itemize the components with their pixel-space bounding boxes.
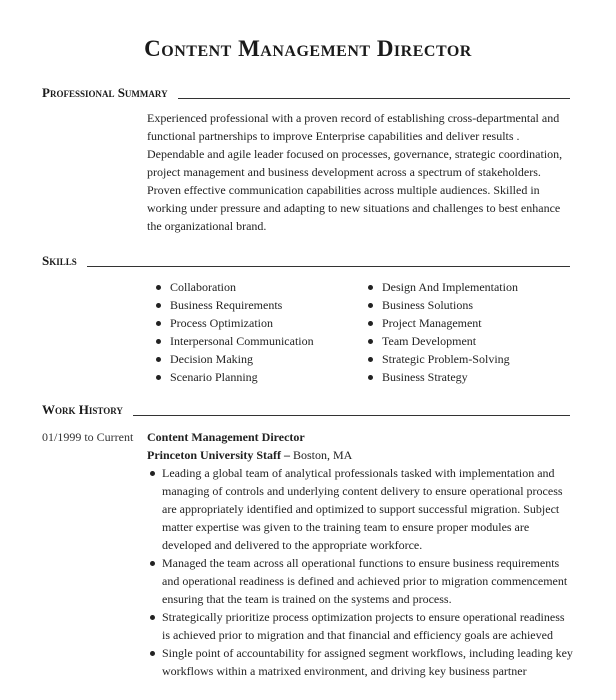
section-header-skills: Skills [42,254,570,268]
skills-list-right: Design And Implementation Business Solut… [365,278,518,386]
section-divider [132,415,570,416]
job-dates: 01/1999 to Current [42,430,134,444]
skill-item: Team Development [365,332,518,350]
skill-item: Scenario Planning [153,368,314,386]
skill-item: Strategic Problem-Solving [365,350,518,368]
skills-list-left: Collaboration Business Requirements Proc… [153,278,314,386]
skill-item: Process Optimization [153,314,314,332]
job-title: Content Management Director [147,430,305,444]
skill-item: Interpersonal Communication [153,332,314,350]
skill-item: Business Requirements [153,296,314,314]
section-heading: Work History [42,402,123,417]
resume-title: Content Management Director [144,36,472,61]
job-location: Boston, MA [292,448,353,462]
job-entry: Content Management Director Princeton Un… [147,428,575,680]
skill-item: Project Management [365,314,518,332]
skill-item: Collaboration [153,278,314,296]
skill-item: Business Strategy [365,368,518,386]
skill-item: Design And Implementation [365,278,518,296]
summary-text: Experienced professional with a proven r… [147,111,563,233]
section-header-work-history: Work History [42,403,570,417]
section-header-professional-summary: Professional Summary [42,86,570,100]
job-employer-line: Princeton University Staff – Boston, MA [147,446,575,464]
section-divider [177,98,570,99]
company-name: Princeton University Staff [147,448,281,462]
section-divider [86,266,570,267]
company-separator: – [280,448,293,462]
job-bullets: Leading a global team of analytical prof… [147,464,575,680]
section-heading: Skills [42,253,77,268]
job-bullet: Strategically prioritize process optimiz… [147,608,575,644]
section-heading: Professional Summary [42,85,168,100]
job-bullet: Leading a global team of analytical prof… [147,464,575,554]
skill-item: Business Solutions [365,296,518,314]
job-bullet: Managed the team across all operational … [147,554,575,608]
job-bullet: Single point of accountability for assig… [147,644,575,680]
skill-item: Decision Making [153,350,314,368]
